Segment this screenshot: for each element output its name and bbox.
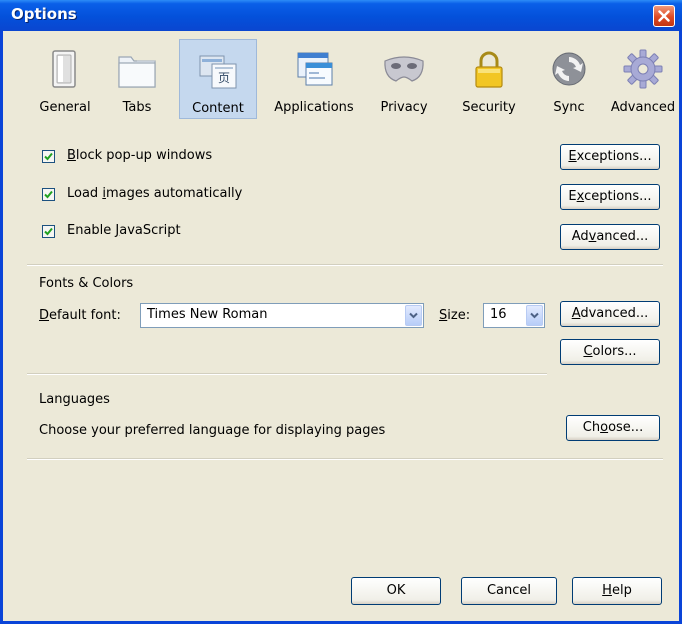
ok-button[interactable]: OK xyxy=(351,577,441,605)
dropdown-arrow[interactable] xyxy=(526,305,543,326)
tab-privacy[interactable]: Privacy xyxy=(371,39,437,119)
languages-heading: Languages xyxy=(39,392,110,407)
checkmark-icon xyxy=(44,190,53,199)
size-label: Size: xyxy=(439,308,471,323)
tab-advanced-label: Advanced xyxy=(610,100,676,115)
tab-content-label: Content xyxy=(192,101,244,116)
languages-description: Choose your preferred language for displ… xyxy=(39,423,386,438)
svg-text:页: 页 xyxy=(218,71,230,85)
tab-general-label: General xyxy=(39,100,91,115)
popup-exceptions-button[interactable]: Exceptions... xyxy=(560,144,660,170)
block-popups-checkbox[interactable] xyxy=(42,150,55,163)
options-dialog: Options General Tabs 页 Content Applicati… xyxy=(0,0,682,624)
gear-icon xyxy=(623,49,663,89)
fonts-colors-heading: Fonts & Colors xyxy=(39,276,134,291)
colors-button[interactable]: Colors... xyxy=(560,339,660,365)
tab-tabs[interactable]: Tabs xyxy=(111,39,163,119)
sync-icon xyxy=(552,52,586,86)
help-button[interactable]: Help xyxy=(572,577,662,605)
content-panel: Block pop-up windows Exceptions... Load … xyxy=(23,128,663,626)
tab-sync-label: Sync xyxy=(553,100,585,115)
separator xyxy=(27,458,663,460)
javascript-advanced-button[interactable]: Advanced... xyxy=(560,224,660,250)
tab-general[interactable]: General xyxy=(31,39,99,119)
tab-security-label: Security xyxy=(462,100,516,115)
default-font-value: Times New Roman xyxy=(147,307,268,322)
separator xyxy=(27,264,663,266)
tab-content[interactable]: 页 Content xyxy=(179,39,257,119)
block-popups-label: Block pop-up windows xyxy=(67,148,213,163)
padlock-icon xyxy=(475,51,503,88)
tab-advanced[interactable]: Advanced xyxy=(607,39,679,119)
tab-security[interactable]: Security xyxy=(449,39,529,119)
separator xyxy=(27,373,547,375)
load-images-checkbox[interactable] xyxy=(42,188,55,201)
font-size-select[interactable]: 16 xyxy=(483,303,545,328)
tab-applications-label: Applications xyxy=(274,100,354,115)
tab-tabs-label: Tabs xyxy=(122,100,152,115)
tab-privacy-label: Privacy xyxy=(380,100,428,115)
dropdown-arrow[interactable] xyxy=(405,305,422,326)
switch-icon xyxy=(52,50,76,88)
window-title: Options xyxy=(11,5,77,23)
enable-javascript-label: Enable JavaScript xyxy=(67,223,181,238)
folder-tabs-icon xyxy=(118,56,156,88)
enable-javascript-checkbox[interactable] xyxy=(42,225,55,238)
chevron-down-icon xyxy=(530,312,539,319)
tab-sync[interactable]: Sync xyxy=(541,39,597,119)
tab-applications[interactable]: Applications xyxy=(269,39,359,119)
category-toolbar: General Tabs 页 Content Applications Priv… xyxy=(3,31,679,123)
close-icon xyxy=(658,10,670,22)
fonts-advanced-button[interactable]: Advanced... xyxy=(560,301,660,327)
mask-icon xyxy=(384,56,424,82)
checkmark-icon xyxy=(44,152,53,161)
image-exceptions-button[interactable]: Exceptions... xyxy=(560,184,660,210)
font-size-value: 16 xyxy=(490,307,507,322)
close-button[interactable] xyxy=(653,5,675,27)
cancel-button[interactable]: Cancel xyxy=(461,577,557,605)
document-content-icon: 页 xyxy=(199,55,237,89)
default-font-select[interactable]: Times New Roman xyxy=(140,303,424,328)
choose-languages-button[interactable]: Choose... xyxy=(566,415,660,441)
title-bar[interactable]: Options xyxy=(0,0,682,31)
chevron-down-icon xyxy=(409,312,418,319)
default-font-label: Default font: xyxy=(39,308,121,323)
checkmark-icon xyxy=(44,227,53,236)
load-images-label: Load images automatically xyxy=(67,186,243,201)
applications-window-icon xyxy=(297,52,333,86)
